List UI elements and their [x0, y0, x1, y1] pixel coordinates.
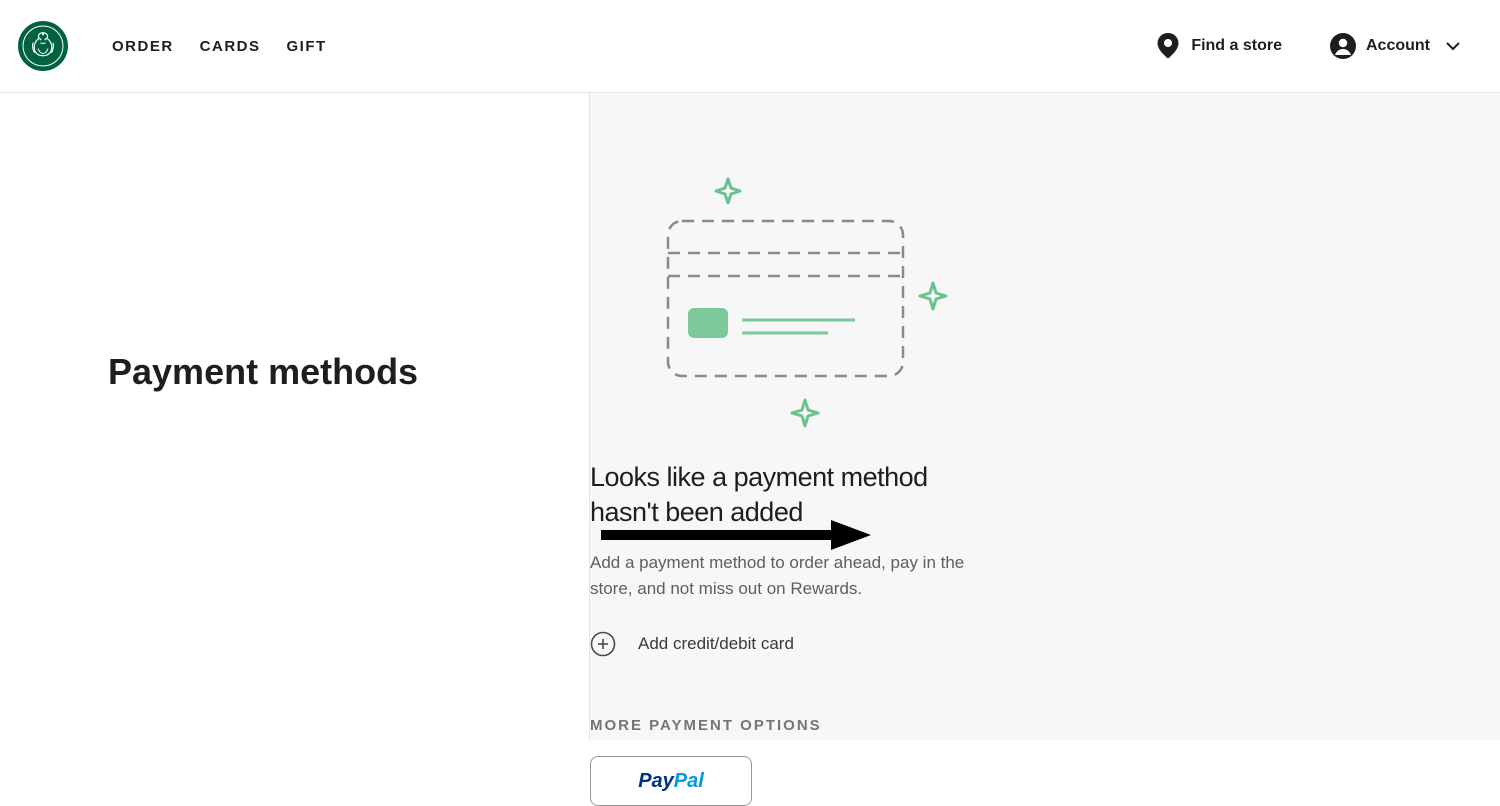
chevron-down-icon [1446, 42, 1460, 51]
left-column: Payment methods [0, 93, 590, 740]
top-header: ORDER CARDS GIFT Find a store Account [0, 0, 1500, 93]
main-content: Payment methods Looks like a payment met… [0, 93, 1500, 740]
page-title: Payment methods [108, 351, 418, 393]
find-store-label: Find a store [1191, 37, 1282, 55]
primary-nav: ORDER CARDS GIFT [112, 38, 327, 55]
account-icon [1330, 33, 1356, 59]
annotation-arrow [596, 520, 876, 560]
header-left: ORDER CARDS GIFT [18, 21, 327, 71]
account-label: Account [1366, 37, 1430, 55]
paypal-button[interactable]: PayPal [590, 756, 752, 806]
paypal-pal-text: Pal [674, 770, 704, 793]
account-menu[interactable]: Account [1330, 33, 1460, 59]
add-card-button[interactable]: Add credit/debit card [590, 631, 990, 657]
card-illustration [630, 173, 950, 433]
nav-gift[interactable]: GIFT [287, 38, 327, 55]
nav-cards[interactable]: CARDS [200, 38, 261, 55]
right-column: Looks like a payment method hasn't been … [590, 93, 1500, 740]
paypal-pay-text: Pay [638, 770, 674, 793]
empty-state: Looks like a payment method hasn't been … [590, 460, 990, 806]
header-right: Find a store Account [1157, 33, 1460, 59]
more-options-heading: MORE PAYMENT OPTIONS [590, 717, 990, 734]
nav-order[interactable]: ORDER [112, 38, 174, 55]
location-pin-icon [1157, 33, 1179, 59]
plus-circle-icon [590, 631, 616, 657]
add-card-label: Add credit/debit card [638, 634, 794, 654]
starbucks-logo[interactable] [18, 21, 68, 71]
find-store-link[interactable]: Find a store [1157, 33, 1282, 59]
